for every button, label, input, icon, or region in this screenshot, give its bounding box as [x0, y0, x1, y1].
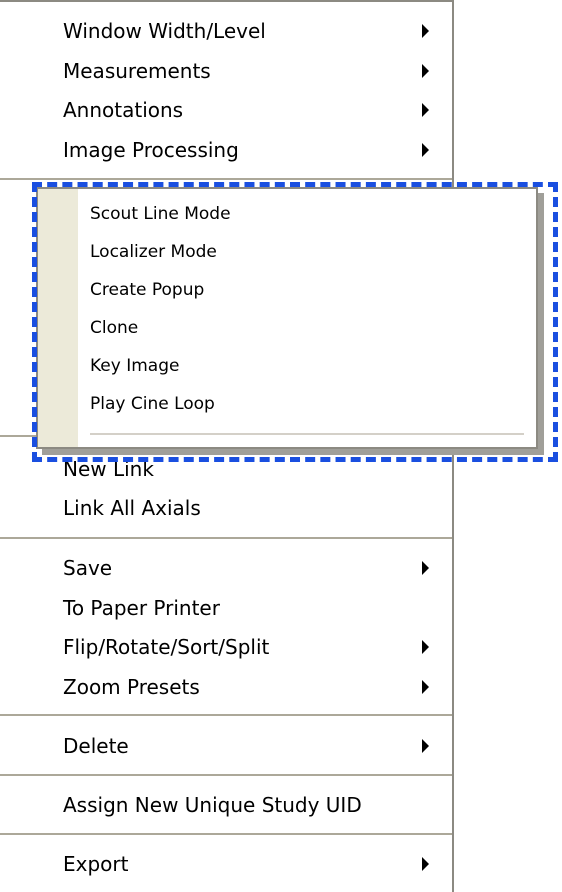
menu-item-export[interactable]: Export — [63, 845, 443, 883]
menu-item-label: Window Width/Level — [63, 19, 266, 43]
menu-item-localizer-mode[interactable]: Localizer Mode — [90, 233, 510, 271]
menu-item-scout-line-mode[interactable]: Scout Line Mode — [90, 195, 510, 233]
menu-item-flip-rotate-sort-split[interactable]: Flip/Rotate/Sort/Split — [63, 628, 443, 666]
menu-item-assign-new-unique-study-uid[interactable]: Assign New Unique Study UID — [63, 786, 443, 824]
menu-item-zoom-presets[interactable]: Zoom Presets — [63, 668, 443, 706]
menu-item-new-link[interactable]: New Link — [63, 450, 443, 488]
menu-separator — [0, 714, 452, 716]
submenu-arrow-icon — [422, 64, 429, 78]
menu-icon-gutter — [38, 189, 78, 447]
menu-item-link-all-axials[interactable]: Link All Axials — [63, 489, 443, 527]
menu-separator — [90, 433, 524, 435]
menu-item-save[interactable]: Save — [63, 549, 443, 587]
menu-item-to-paper-printer[interactable]: To Paper Printer — [63, 589, 443, 627]
menu-item-play-cine-loop[interactable]: Play Cine Loop — [90, 385, 510, 423]
menu-item-label: Localizer Mode — [90, 242, 217, 262]
menu-separator — [0, 537, 452, 539]
menu-item-label: New Link — [63, 457, 154, 481]
menu-separator — [0, 833, 452, 835]
submenu-arrow-icon — [422, 143, 429, 157]
menu-item-label: Key Image — [90, 356, 180, 376]
menu-item-annotations[interactable]: Annotations — [63, 91, 443, 129]
submenu-arrow-icon — [422, 24, 429, 38]
menu-item-window-width-level[interactable]: Window Width/Level — [63, 12, 443, 50]
submenu-arrow-icon — [422, 561, 429, 575]
menu-item-measurements[interactable]: Measurements — [63, 52, 443, 90]
menu-item-label: Export — [63, 852, 129, 876]
menu-item-label: Assign New Unique Study UID — [63, 793, 362, 817]
menu-item-image-processing[interactable]: Image Processing — [63, 131, 443, 169]
menu-item-clone[interactable]: Clone — [90, 309, 510, 347]
menu-separator — [0, 178, 452, 180]
floating-submenu: Scout Line Mode Localizer Mode Create Po… — [36, 187, 538, 449]
submenu-arrow-icon — [422, 857, 429, 871]
menu-item-label: To Paper Printer — [63, 596, 220, 620]
menu-item-label: Delete — [63, 734, 129, 758]
submenu-arrow-icon — [422, 680, 429, 694]
submenu-arrow-icon — [422, 103, 429, 117]
menu-item-label: Play Cine Loop — [90, 394, 215, 414]
menu-item-label: Image Processing — [63, 138, 239, 162]
menu-separator — [0, 774, 452, 776]
submenu-arrow-icon — [422, 739, 429, 753]
menu-item-label: Link All Axials — [63, 496, 201, 520]
menu-item-create-popup[interactable]: Create Popup — [90, 271, 510, 309]
menu-item-label: Scout Line Mode — [90, 204, 231, 224]
menu-item-label: Annotations — [63, 98, 184, 122]
menu-item-delete[interactable]: Delete — [63, 727, 443, 765]
menu-item-key-image[interactable]: Key Image — [90, 347, 510, 385]
menu-item-label: Clone — [90, 318, 139, 338]
menu-item-label: Create Popup — [90, 280, 205, 300]
menu-item-label: Save — [63, 556, 113, 580]
menu-item-label: Zoom Presets — [63, 675, 200, 699]
menu-item-label: Measurements — [63, 59, 211, 83]
submenu-arrow-icon — [422, 640, 429, 654]
menu-item-label: Flip/Rotate/Sort/Split — [63, 635, 270, 659]
